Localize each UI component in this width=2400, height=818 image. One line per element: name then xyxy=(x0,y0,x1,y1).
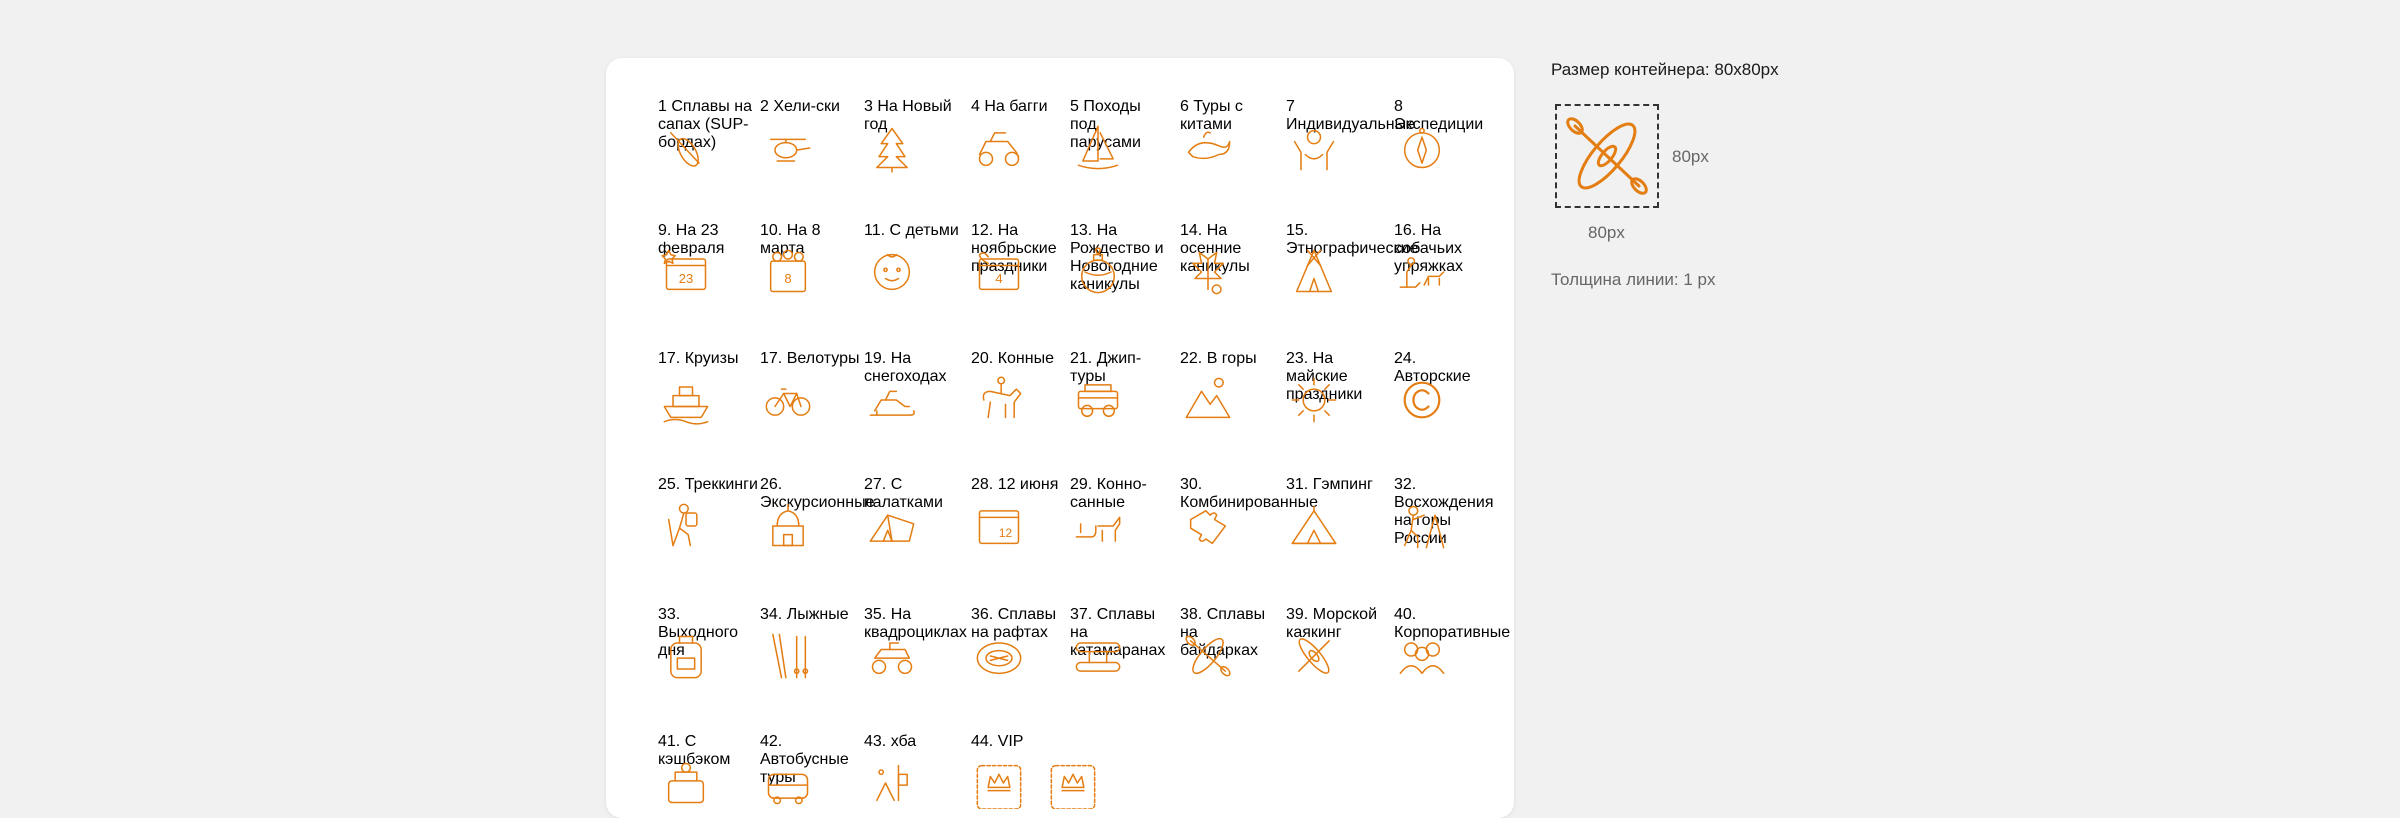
vip-crown-icon xyxy=(1050,764,1096,809)
item-label: 4 На багги xyxy=(971,98,1048,115)
climber-icon xyxy=(1403,505,1445,549)
christmas-tree-icon xyxy=(876,127,908,173)
item-label: 17. Велотуры xyxy=(760,350,860,367)
kayak-icon xyxy=(1185,635,1231,677)
horse-sleigh-icon xyxy=(1075,516,1121,542)
item-label: 44. VIP xyxy=(971,733,1024,750)
baby-face-icon xyxy=(873,253,911,291)
kayak-icon xyxy=(1566,117,1648,195)
item-label: 20. Конные xyxy=(971,350,1054,367)
svg-text:23: 23 xyxy=(679,271,693,286)
person-hands-icon xyxy=(1293,129,1335,171)
hiker-icon xyxy=(667,503,698,547)
jeep-icon xyxy=(1077,384,1119,418)
puzzle-icon xyxy=(1189,510,1227,545)
christmas-ball-icon xyxy=(1080,247,1116,294)
item-label: 28. 12 июня xyxy=(971,476,1059,493)
item-label: 34. Лыжные xyxy=(760,606,849,623)
item-label: 2 Хели-ски xyxy=(760,98,840,115)
calendar-8-flowers-icon: 8 xyxy=(769,249,807,293)
item-label: 31. Гэмпинг xyxy=(1286,476,1373,493)
item-label: 11. С детьми xyxy=(864,222,959,239)
sea-kayak-icon xyxy=(1298,638,1330,674)
atv-icon xyxy=(871,642,913,675)
width-label: 80px xyxy=(1588,223,1625,242)
dog-sled-icon xyxy=(1399,257,1445,288)
backpack-icon xyxy=(670,635,702,679)
item-label: 25. Треккинги xyxy=(658,476,758,493)
sailboat-icon xyxy=(1077,125,1119,170)
compass-icon xyxy=(1403,127,1441,169)
svg-text:12: 12 xyxy=(999,526,1013,540)
container-size-title: Размер контейнера: 80x80px xyxy=(1551,60,1779,79)
calendar-12-icon: 12 xyxy=(978,510,1020,545)
vip-crown-icon xyxy=(976,764,1022,809)
snowmobile-icon xyxy=(869,390,915,416)
tent-icon xyxy=(869,514,915,542)
item-label: 17. Круизы xyxy=(658,350,739,367)
glamping-tent-icon xyxy=(1291,505,1337,545)
group-people-icon xyxy=(1399,642,1445,675)
helicopter-icon xyxy=(769,138,811,162)
autumn-leaf-icon xyxy=(1192,251,1224,295)
sun-icon xyxy=(1291,377,1337,423)
bicycle-icon xyxy=(765,388,811,416)
svg-text:4: 4 xyxy=(995,271,1002,286)
catamaran-icon xyxy=(1075,642,1121,672)
svg-text:8: 8 xyxy=(784,271,791,286)
horse-rider-icon xyxy=(982,376,1022,419)
buggy-icon xyxy=(978,132,1020,167)
misc-icon xyxy=(876,764,908,802)
item-label: 43. хба xyxy=(864,733,917,750)
sup-paddle-icon xyxy=(670,132,700,167)
temple-icon xyxy=(772,503,804,547)
icon-catalog-card xyxy=(606,58,1514,818)
mountains-icon xyxy=(1185,377,1231,419)
whale-icon xyxy=(1187,131,1231,160)
container-frame xyxy=(1555,104,1659,208)
calendar-4-icon: 4 xyxy=(978,252,1020,291)
cruise-ship-icon xyxy=(663,386,709,425)
calendar-23-icon: 23 xyxy=(661,249,707,291)
copyright-icon xyxy=(1403,381,1441,419)
tipi-icon xyxy=(1295,249,1333,293)
height-label: 80px xyxy=(1672,147,1709,166)
item-label: 22. В горы xyxy=(1180,350,1257,367)
raft-icon xyxy=(976,642,1022,675)
bus-icon xyxy=(767,773,809,805)
cashback-icon xyxy=(667,762,705,804)
skis-icon xyxy=(772,633,809,679)
line-thickness-label: Толщина линии: 1 px xyxy=(1551,270,1716,289)
